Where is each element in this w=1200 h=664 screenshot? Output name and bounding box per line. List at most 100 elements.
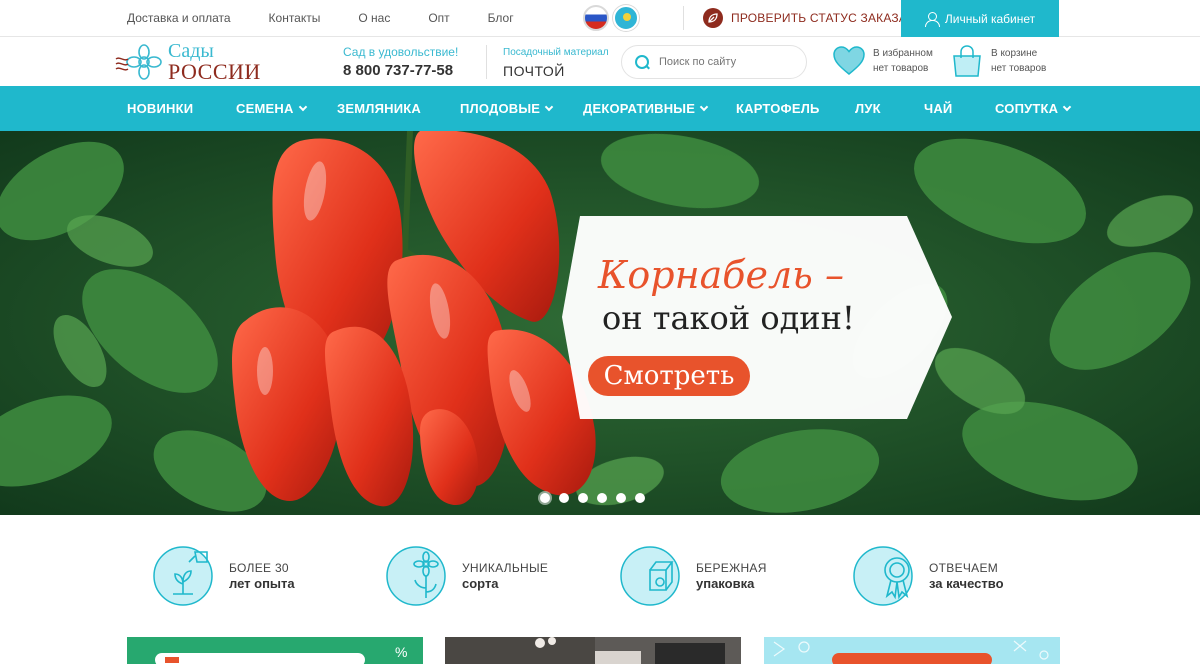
feature-text: УНИКАЛЬНЫЕ сорта (462, 561, 548, 591)
feature-line2: за качество (929, 576, 1004, 591)
kazakhstan-flag-icon[interactable] (613, 5, 639, 31)
feature-line1: ОТВЕЧАЕМ (929, 561, 999, 575)
nav-item-onion[interactable]: ЛУК (855, 86, 881, 131)
feature-text: БЕРЕЖНАЯ упаковка (696, 561, 767, 591)
feature-text: ОТВЕЧАЕМ за качество (929, 561, 1004, 591)
nav-item-fruit[interactable]: ПЛОДОВЫЕ (460, 86, 554, 131)
nav-label: ДЕКОРАТИВНЫЕ (583, 101, 696, 116)
divider (683, 6, 684, 30)
favorites-line1: В избранном (873, 48, 933, 59)
promo-card-image (764, 637, 1060, 664)
nav-item-new[interactable]: НОВИНКИ (127, 86, 193, 131)
promo-card[interactable] (764, 637, 1060, 664)
cart-text: В корзине нет товаров (991, 46, 1046, 76)
chevron-down-icon (544, 102, 554, 111)
logo-flower-icon (115, 44, 162, 80)
chevron-down-icon (699, 102, 709, 111)
phone-number[interactable]: 8 800 737-77-58 (343, 62, 458, 79)
feature-text: БОЛЕЕ 30 лет опыта (229, 561, 295, 591)
feature-unique-varieties: УНИКАЛЬНЫЕ сорта (386, 544, 548, 608)
slider-dots (540, 493, 645, 503)
flower-icon (386, 546, 446, 606)
nav-label: ЗЕМЛЯНИКА (337, 101, 421, 116)
link-about[interactable]: О нас (358, 11, 390, 25)
box-icon (620, 546, 680, 606)
cabinet-label: Личный кабинет (944, 11, 1036, 26)
view-button[interactable]: Смотреть (588, 356, 750, 396)
user-icon (924, 11, 940, 27)
svg-text:%: % (395, 644, 407, 660)
main-nav: НОВИНКИ СЕМЕНА ЗЕМЛЯНИКА ПЛОДОВЫЕ ДЕКОРА… (0, 86, 1200, 131)
nav-item-decorative[interactable]: ДЕКОРАТИВНЫЕ (583, 86, 709, 131)
link-contacts[interactable]: Контакты (269, 11, 321, 25)
search-box (621, 45, 807, 79)
banner-subtitle: он такой один! (602, 299, 855, 337)
mail-value: ПОЧТОЙ (503, 63, 565, 79)
promo-card-image (445, 637, 741, 664)
top-bar: Доставка и оплата Контакты О нас Опт Бло… (0, 0, 1200, 37)
logo-line2: РОССИИ (168, 59, 261, 84)
cart-widget[interactable]: В корзине нет товаров (949, 43, 1046, 79)
slider-dot[interactable] (540, 493, 550, 503)
feature-quality: ОТВЕЧАЕМ за качество (853, 544, 1004, 608)
slider-dot[interactable] (597, 493, 607, 503)
logo-line1: Сады (168, 40, 214, 62)
nav-label: КАРТОФЕЛЬ (736, 101, 820, 116)
nav-item-accessories[interactable]: СОПУТКА (995, 86, 1072, 131)
leaf-icon (703, 8, 723, 28)
feature-line2: сорта (462, 576, 499, 591)
cart-line1: В корзине (991, 48, 1038, 59)
region-switcher (583, 5, 639, 31)
heart-icon (833, 46, 865, 75)
logo-text: Сады РОССИИ (168, 41, 261, 83)
phone-label: Сад в удовольствие! (343, 45, 459, 59)
search-icon[interactable] (635, 54, 650, 70)
cart-line2: нет товаров (991, 63, 1047, 74)
link-blog[interactable]: Блог (488, 11, 514, 25)
award-badge-icon (853, 546, 913, 606)
slider-dot[interactable] (578, 493, 588, 503)
chevron-down-icon (298, 102, 307, 111)
nav-label: НОВИНКИ (127, 101, 194, 116)
promo-card-image: % (127, 637, 423, 664)
mail-order-block[interactable]: Посадочный материал ПОЧТОЙ (503, 47, 609, 79)
page: Доставка и оплата Контакты О нас Опт Бло… (0, 0, 1200, 664)
header: Сады РОССИИ Сад в удовольствие! 8 800 73… (0, 37, 1200, 86)
nav-label: ЛУК (855, 101, 881, 116)
nav-label: СЕМЕНА (236, 101, 294, 116)
nav-label: СОПУТКА (995, 101, 1059, 116)
check-status-label: ПРОВЕРИТЬ СТАТУС ЗАКАЗА (731, 11, 908, 25)
phone-block: Сад в удовольствие! 8 800 737-77-58 (343, 45, 458, 79)
nav-item-strawberry[interactable]: ЗЕМЛЯНИКА (337, 86, 421, 131)
promo-card[interactable]: % (127, 637, 423, 664)
divider (486, 45, 487, 79)
mail-label: Посадочный материал (503, 47, 609, 58)
favorites-text: В избранном нет товаров (873, 46, 933, 76)
banner-title: Корнабель – (598, 253, 844, 297)
link-wholesale[interactable]: Опт (428, 11, 449, 25)
promo-card[interactable] (445, 637, 741, 664)
feature-line1: БОЛЕЕ 30 (229, 561, 289, 575)
nav-item-seeds[interactable]: СЕМЕНА (236, 86, 307, 131)
slider-dot[interactable] (616, 493, 626, 503)
chevron-down-icon (1063, 102, 1072, 111)
russia-flag-icon[interactable] (583, 5, 609, 31)
nav-item-tea[interactable]: ЧАЙ (924, 86, 952, 131)
feature-experience: БОЛЕЕ 30 лет опыта (153, 544, 295, 608)
promo-banner: Корнабель – он такой один! Смотреть (562, 216, 952, 419)
logo[interactable]: Сады РОССИИ (114, 41, 261, 83)
feature-line1: УНИКАЛЬНЫЕ (462, 561, 549, 575)
slider-dot[interactable] (559, 493, 569, 503)
top-links: Доставка и оплата Контакты О нас Опт Бло… (127, 0, 552, 36)
shopping-bag-icon (953, 45, 981, 77)
favorites-widget[interactable]: В избранном нет товаров (831, 43, 933, 79)
personal-cabinet-button[interactable]: Личный кабинет (901, 0, 1059, 37)
search-input[interactable] (659, 56, 789, 68)
slider-dot[interactable] (635, 493, 645, 503)
nav-item-potato[interactable]: КАРТОФЕЛЬ (736, 86, 820, 131)
feature-line1: БЕРЕЖНАЯ (696, 561, 767, 575)
link-delivery[interactable]: Доставка и оплата (127, 11, 231, 25)
feature-line2: лет опыта (229, 576, 295, 591)
feature-careful-packaging: БЕРЕЖНАЯ упаковка (620, 544, 767, 608)
check-order-status-button[interactable]: ПРОВЕРИТЬ СТАТУС ЗАКАЗА (703, 8, 907, 28)
